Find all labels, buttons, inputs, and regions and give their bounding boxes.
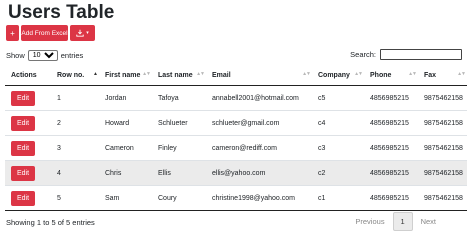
download-dropdown-button[interactable]: ▾ [70,25,95,41]
company-cell: c5 [312,85,364,111]
sort-icon: ▲▼ [302,71,311,77]
edit-button[interactable]: Edit [11,115,35,131]
page-title: Users Table [8,2,115,23]
first-name-cell: Cameron [99,135,152,161]
page-1-button[interactable]: 1 [392,212,413,231]
pagination: Previous 1 Next [347,212,444,231]
phone-cell: 4856985215 [364,160,418,186]
column-header-company[interactable]: Company ▲▼ [312,66,364,86]
email-cell: annabell2001@hotmail.com [206,85,312,111]
row-no-cell: 1 [51,85,99,111]
column-header-email[interactable]: Email ▲▼ [206,66,312,86]
row-no-cell: 2 [51,110,99,136]
column-header-row-no[interactable]: Row no. ▲ [51,66,99,86]
previous-page-button[interactable]: Previous [347,212,392,231]
add-button[interactable]: + [6,25,19,41]
fax-cell: 9875462158 [418,110,467,136]
actions-cell: Edit [5,85,51,111]
table-row: Edit 3 Cameron Finley cameron@rediff.com… [5,135,467,161]
toolbar: + Add From Excel ▾ [6,25,95,41]
edit-button[interactable]: Edit [11,190,35,206]
download-icon [76,29,84,37]
show-label: Show [6,51,25,60]
sort-icon: ▲▼ [408,71,417,77]
sort-icon: ▲▼ [196,71,205,77]
table-row: Edit 5 Sam Coury christine1998@yahoo.com… [5,185,467,211]
row-no-cell: 3 [51,135,99,161]
column-header-phone[interactable]: Phone ▲▼ [364,66,418,86]
table-row: Edit 2 Howard Schlueter schlueter@gmail.… [5,110,467,136]
fax-cell: 9875462158 [418,185,467,211]
email-cell: cameron@rediff.com [206,135,312,161]
last-name-cell: Tafoya [152,85,206,111]
edit-button[interactable]: Edit [11,165,35,181]
chevron-down-icon: ▾ [86,30,89,36]
first-name-cell: Sam [99,185,152,211]
page-length-control: Show 10 entries [6,50,83,61]
first-name-cell: Chris [99,160,152,186]
first-name-cell: Howard [99,110,152,136]
last-name-cell: Coury [152,185,206,211]
search-label: Search: [350,50,376,59]
table-header-row: Actions Row no. ▲ First name ▲▼ Last name ▲… [5,66,467,86]
column-header-last-name[interactable]: Last name ▲▼ [152,66,206,86]
table-info: Showing 1 to 5 of 5 entries [6,218,95,227]
company-cell: c4 [312,110,364,136]
actions-cell: Edit [5,110,51,136]
sort-asc-icon: ▲ [93,71,98,77]
row-no-cell: 5 [51,185,99,211]
edit-button[interactable]: Edit [11,140,35,156]
row-no-cell: 4 [51,160,99,186]
table-row: Edit 4 Chris Ellis ellis@yahoo.com c2 48… [5,160,467,186]
sort-icon: ▲▼ [354,71,363,77]
edit-button[interactable]: Edit [11,90,35,106]
fax-cell: 9875462158 [418,85,467,111]
first-name-cell: Jordan [99,85,152,111]
phone-cell: 4856985215 [364,110,418,136]
actions-cell: Edit [5,185,51,211]
phone-cell: 4856985215 [364,135,418,161]
add-from-excel-button[interactable]: Add From Excel [21,25,68,41]
page-length-select[interactable]: 10 [27,50,58,61]
column-header-actions[interactable]: Actions [5,66,51,86]
email-cell: ellis@yahoo.com [206,160,312,186]
email-cell: christine1998@yahoo.com [206,185,312,211]
search-input[interactable] [380,49,462,60]
fax-cell: 9875462158 [418,135,467,161]
last-name-cell: Finley [152,135,206,161]
fax-cell: 9875462158 [418,160,467,186]
column-header-first-name[interactable]: First name ▲▼ [99,66,152,86]
column-header-fax[interactable]: Fax ▲▼ [418,66,467,86]
phone-cell: 4856985215 [364,185,418,211]
company-cell: c1 [312,185,364,211]
phone-cell: 4856985215 [364,85,418,111]
company-cell: c2 [312,160,364,186]
entries-label: entries [60,51,84,60]
users-table: Actions Row no. ▲ First name ▲▼ Last name ▲… [5,66,467,211]
sort-icon: ▲▼ [142,71,151,77]
last-name-cell: Ellis [152,160,206,186]
actions-cell: Edit [5,135,51,161]
sort-icon: ▲▼ [457,71,466,77]
table-row: Edit 1 Jordan Tafoya annabell2001@hotmai… [5,85,467,111]
last-name-cell: Schlueter [152,110,206,136]
email-cell: schlueter@gmail.com [206,110,312,136]
company-cell: c3 [312,135,364,161]
next-page-button[interactable]: Next [413,212,444,231]
actions-cell: Edit [5,160,51,186]
search-control: Search: [350,49,462,60]
